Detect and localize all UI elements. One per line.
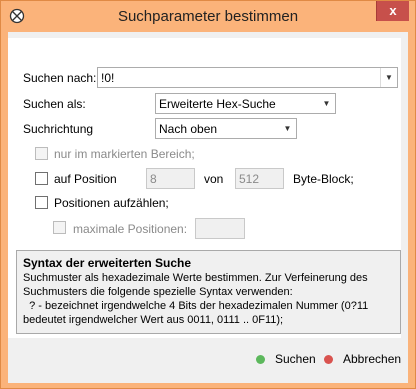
close-icon: x: [389, 3, 397, 18]
max-positions-label: maximale Positionen:: [73, 222, 188, 236]
at-position-label: auf Position: [54, 172, 117, 186]
position-input[interactable]: 8: [146, 168, 195, 189]
only-selection-label: nur im markierten Bereich;: [54, 147, 195, 161]
help-line: Suchmusters die folgende spezielle Synta…: [23, 286, 293, 298]
search-for-combobox[interactable]: !0! ▼: [97, 67, 398, 88]
red-dot-icon: [324, 355, 333, 364]
enumerate-positions-label: Positionen aufzählen;: [54, 196, 169, 210]
search-for-value[interactable]: !0!: [101, 71, 114, 85]
chevron-down-icon[interactable]: ▼: [279, 119, 296, 138]
max-positions-input[interactable]: [195, 218, 245, 239]
direction-select[interactable]: Nach oben ▼: [155, 118, 297, 139]
close-button[interactable]: x: [376, 1, 409, 21]
search-button-label: Suchen: [275, 352, 316, 366]
search-as-value: Erweiterte Hex-Suche: [159, 97, 276, 111]
cancel-button-label: Abbrechen: [343, 352, 402, 366]
help-line: bedeutet irgendwelcher Wert aus 0011, 01…: [23, 314, 284, 326]
enumerate-positions-checkbox[interactable]: [35, 196, 48, 209]
help-line: ? - bezeichnet irgendwelche 4 Bits der h…: [23, 300, 369, 312]
dialog-window: Suchparameter bestimmen x Suchen nach: !…: [0, 0, 416, 389]
at-position-checkbox[interactable]: [35, 172, 48, 185]
direction-label: Suchrichtung: [23, 122, 94, 136]
search-for-label: Suchen nach:: [23, 71, 97, 85]
block-label: Byte-Block;: [293, 172, 354, 186]
chevron-down-icon[interactable]: ▼: [380, 68, 397, 87]
search-button[interactable]: Suchen: [256, 352, 316, 366]
window-title: Suchparameter bestimmen: [117, 8, 299, 25]
search-as-label: Suchen als:: [23, 97, 86, 111]
title-bar[interactable]: Suchparameter bestimmen x: [1, 1, 415, 32]
search-as-select[interactable]: Erweiterte Hex-Suche ▼: [155, 93, 336, 114]
max-positions-checkbox[interactable]: [53, 221, 66, 234]
of-label: von: [204, 172, 224, 186]
help-title: Syntax der erweiterten Suche: [23, 256, 192, 270]
cancel-button[interactable]: Abbrechen: [324, 352, 401, 366]
help-line: Suchmuster als hexadezimale Werte bestim…: [23, 272, 368, 284]
direction-value: Nach oben: [159, 122, 218, 136]
green-dot-icon: [256, 355, 265, 364]
syntax-help-box[interactable]: Syntax der erweiterten Suche Suchmuster …: [16, 250, 401, 334]
only-selection-checkbox[interactable]: [35, 147, 48, 160]
chevron-down-icon[interactable]: ▼: [318, 94, 335, 113]
block-size-input[interactable]: 512: [235, 168, 284, 189]
